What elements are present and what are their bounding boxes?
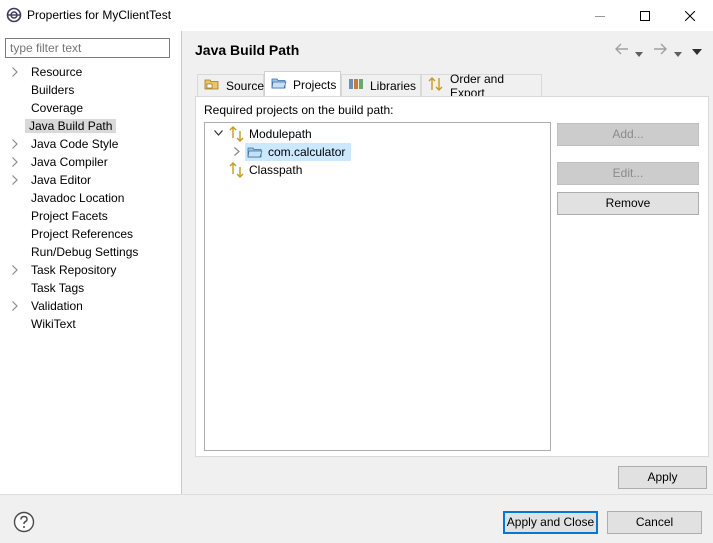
forward-dropdown-icon[interactable] [674,46,682,60]
edit-button[interactable]: Edit... [557,162,699,185]
chevron-right-icon[interactable] [12,301,18,311]
back-dropdown-icon[interactable] [635,46,643,60]
maximize-button[interactable] [622,0,668,31]
project-folder-icon [271,76,287,93]
chevron-right-icon[interactable] [12,175,18,185]
maximize-icon [640,10,650,21]
cancel-button[interactable]: Cancel [607,511,702,534]
sidebar-item-project-facets[interactable]: Project Facets [0,207,181,225]
preferences-sidebar: Resource Builders Coverage Java Build Path J… [0,31,182,494]
tab-libraries[interactable]: Libraries [341,74,421,96]
required-projects-tree[interactable]: Modulepath com.calculator Classpath [204,122,551,451]
order-export-icon [428,77,444,94]
sidebar-item-label: Java Editor [31,173,92,187]
sidebar-item-label: Java Compiler [31,155,108,169]
sidebar-item-label: Javadoc Location [31,191,125,205]
minimize-button[interactable] [577,0,623,31]
project-folder-icon [247,147,263,158]
window-title: Properties for MyClientTest [27,8,172,22]
remove-button[interactable]: Remove [557,192,699,215]
filter-input[interactable] [5,38,170,58]
chevron-right-icon[interactable] [12,139,18,149]
tree-label: com.calculator [268,145,346,159]
tree-label: Classpath [249,163,303,177]
sidebar-item-builders[interactable]: Builders [0,81,181,99]
tab-source[interactable]: Source [197,74,264,96]
sidebar-item-task-repository[interactable]: Task Repository [0,261,181,279]
sidebar-item-javadoc-location[interactable]: Javadoc Location [0,189,181,207]
sidebar-item-wikitext[interactable]: WikiText [0,315,181,333]
sidebar-item-coverage[interactable]: Coverage [0,99,181,117]
source-folder-icon [204,77,220,94]
close-button[interactable] [667,0,713,31]
sidebar-item-label: Task Repository [31,263,117,277]
libraries-icon [348,77,364,94]
view-menu-icon[interactable] [692,45,702,59]
classpath-icon [229,162,244,178]
title-bar: Properties for MyClientTest [0,0,713,31]
back-arrow-icon[interactable] [614,42,630,59]
tab-projects[interactable]: Projects [264,71,341,97]
sidebar-item-label: Project References [31,227,134,241]
tab-label: Projects [293,77,337,92]
sidebar-item-task-tags[interactable]: Task Tags [0,279,181,297]
sidebar-item-label: Java Build Path [25,119,117,133]
sidebar-item-validation[interactable]: Validation [0,297,181,315]
sidebar-item-java-compiler[interactable]: Java Compiler [0,153,181,171]
tab-order-and-export[interactable]: Order and Export [421,72,542,100]
chevron-right-icon[interactable] [12,265,18,275]
sidebar-item-java-build-path[interactable]: Java Build Path [0,117,181,135]
eclipse-app-icon [6,7,22,23]
apply-button[interactable]: Apply [618,466,707,489]
forward-arrow-icon[interactable] [652,42,668,59]
modulepath-icon [229,126,244,142]
sidebar-item-label: Project Facets [31,209,108,223]
close-icon [685,10,695,21]
required-projects-label: Required projects on the build path: [204,103,394,117]
sidebar-item-label: Resource [31,65,83,79]
footer-divider [0,494,713,495]
add-button[interactable]: Add... [557,123,699,146]
sidebar-item-project-references[interactable]: Project References [0,225,181,243]
tab-label: Source [226,78,265,93]
sidebar-item-java-code-style[interactable]: Java Code Style [0,135,181,153]
chevron-right-icon[interactable] [12,67,18,77]
chevron-down-icon[interactable] [214,130,223,136]
minimize-icon [595,15,605,17]
chevron-right-icon[interactable] [234,147,240,156]
sidebar-item-java-editor[interactable]: Java Editor [0,171,181,189]
sidebar-item-label: WikiText [31,317,76,331]
sidebar-item-resource[interactable]: Resource [0,63,181,81]
page-title: Java Build Path [195,42,300,58]
sidebar-item-label: Java Code Style [31,137,119,151]
sidebar-item-label: Task Tags [31,281,85,295]
tree-label: Modulepath [249,127,312,141]
sidebar-item-run-debug-settings[interactable]: Run/Debug Settings [0,243,181,261]
chevron-right-icon[interactable] [12,157,18,167]
apply-and-close-button[interactable]: Apply and Close [503,511,598,534]
sidebar-item-label: Builders [31,83,75,97]
sidebar-item-label: Run/Debug Settings [31,245,139,259]
sidebar-item-label: Validation [31,299,83,313]
tab-label: Libraries [370,78,417,93]
sidebar-item-label: Coverage [31,101,84,115]
help-icon[interactable] [13,511,35,536]
